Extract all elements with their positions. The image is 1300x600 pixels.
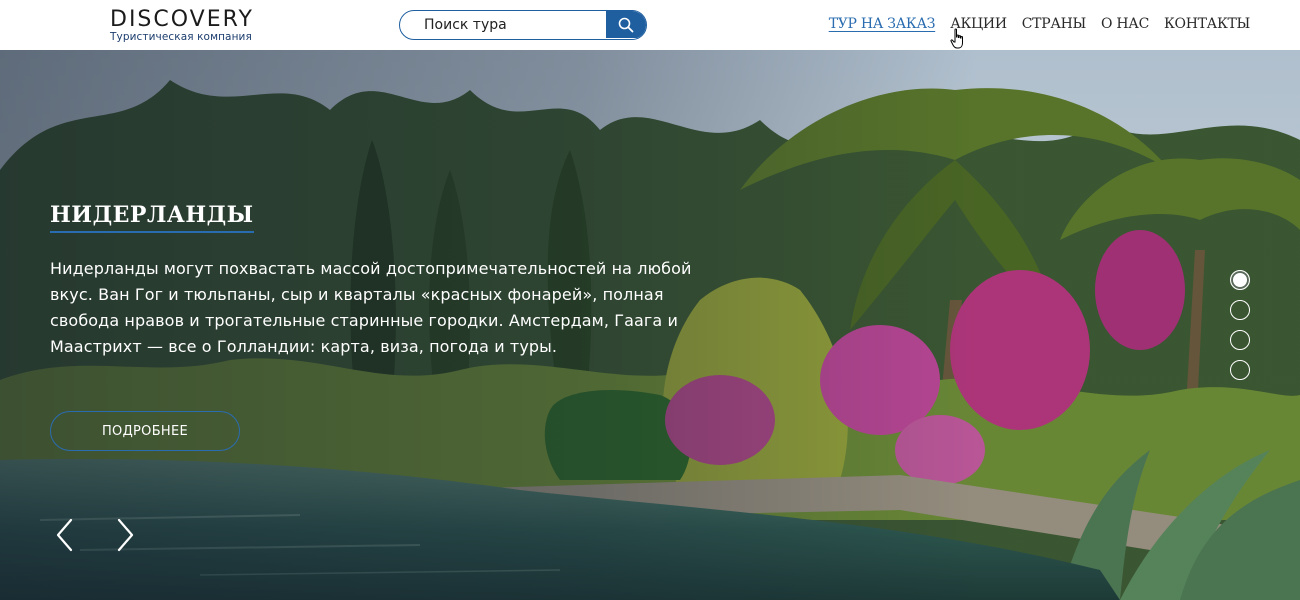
nav-item-countries[interactable]: СТРАНЫ — [1022, 16, 1087, 32]
logo-subtitle: Туристическая компания — [110, 31, 252, 43]
hero-description: Нидерланды могут похвастать массой досто… — [50, 259, 692, 356]
nav-item-contacts[interactable]: КОНТАКТЫ — [1164, 16, 1250, 32]
next-slide-button[interactable] — [113, 517, 137, 553]
site-header: DISCOVERY Туристическая компания ТУР НА … — [0, 0, 1300, 50]
search-box — [399, 10, 647, 40]
hand-cursor-icon — [950, 28, 963, 49]
chevron-left-icon — [56, 518, 73, 552]
slide-pagination — [1230, 270, 1250, 380]
chevron-right-icon — [117, 518, 134, 552]
nav-item-about[interactable]: О НАС — [1101, 16, 1149, 32]
more-button[interactable]: ПОДРОБНЕЕ — [50, 411, 240, 451]
logo[interactable]: DISCOVERY Туристическая компания — [110, 7, 270, 44]
logo-title: DISCOVERY — [110, 7, 254, 32]
hero-title: НИДЕРЛАНДЫ — [50, 202, 254, 233]
search-button[interactable] — [606, 11, 646, 38]
slide-dot-3[interactable] — [1230, 330, 1250, 350]
main-nav: ТУР НА ЗАКАЗ АКЦИИ СТРАНЫ О НАС КОНТАКТЫ — [829, 16, 1251, 32]
slide-dot-1[interactable] — [1230, 270, 1250, 290]
search-icon — [618, 17, 634, 32]
slide-dot-2[interactable] — [1230, 300, 1250, 320]
slide-dot-4[interactable] — [1230, 360, 1250, 380]
hero-slider: НИДЕРЛАНДЫ Нидерланды могут похвастать м… — [0, 50, 1300, 600]
nav-item-custom-tour[interactable]: ТУР НА ЗАКАЗ — [829, 16, 936, 32]
prev-slide-button[interactable] — [53, 517, 77, 553]
search-input[interactable] — [400, 11, 606, 38]
